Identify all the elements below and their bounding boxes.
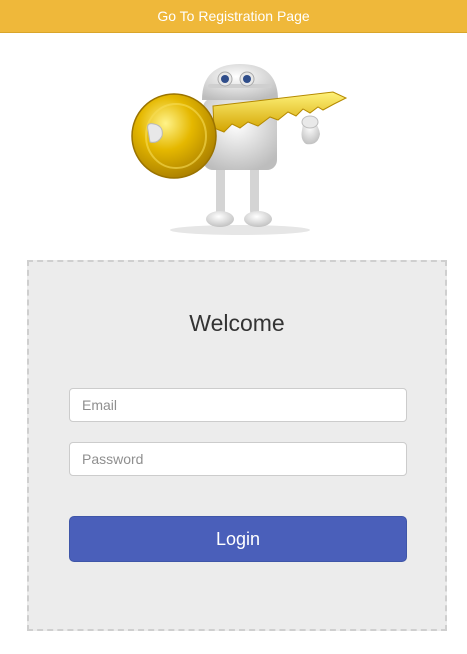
robot-holding-key-illustration (131, 64, 348, 235)
welcome-heading: Welcome (189, 310, 285, 336)
email-input[interactable] (69, 388, 407, 422)
login-card: Welcome Login (27, 260, 447, 631)
go-to-registration-link[interactable]: Go To Registration Page (0, 0, 467, 33)
password-input[interactable] (69, 442, 407, 476)
login-button[interactable]: Login (69, 516, 407, 562)
